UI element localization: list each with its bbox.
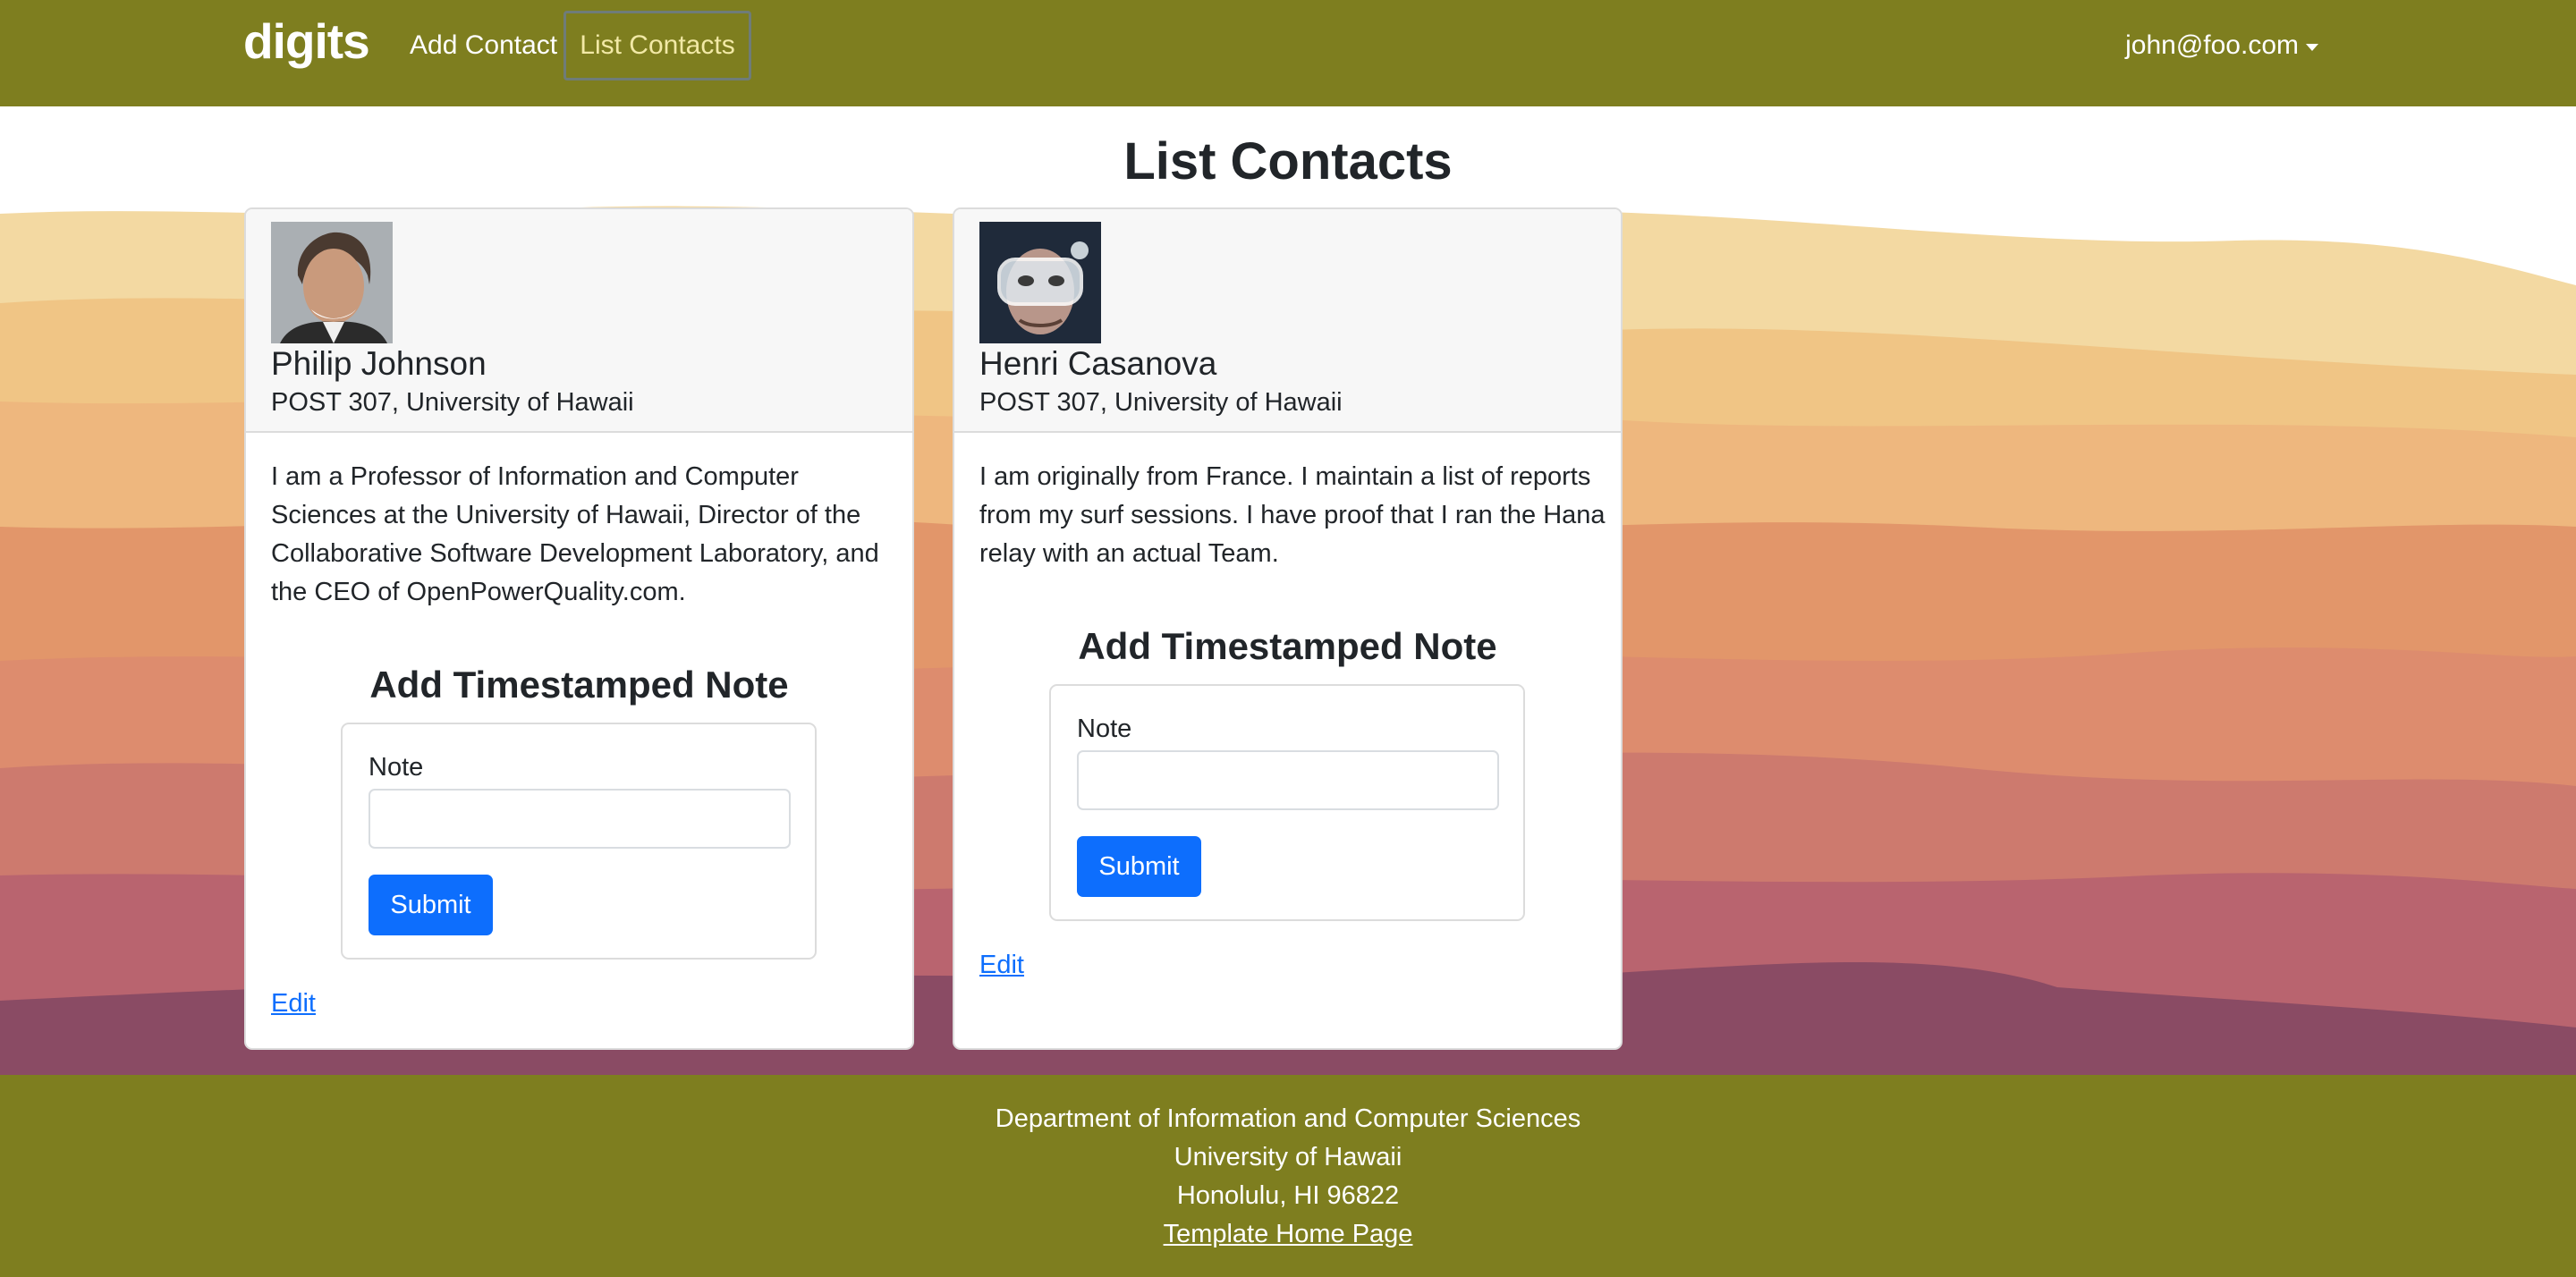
note-form-title: Add Timestamped Note (1078, 625, 1497, 667)
template-home-link[interactable]: Template Home Page (1164, 1220, 1413, 1248)
card-header: Henri Casanova POST 307, University of H… (954, 209, 1621, 433)
note-label: Note (369, 753, 424, 782)
contact-address: POST 307, University of Hawaii (979, 388, 1343, 417)
contact-name: Philip Johnson (271, 345, 487, 382)
contact-address: POST 307, University of Hawaii (271, 388, 634, 417)
avatar (979, 222, 1101, 343)
note-form-title: Add Timestamped Note (369, 664, 789, 706)
contact-card: Henri Casanova POST 307, University of H… (953, 207, 1623, 1050)
note-form: Note Submit (341, 723, 817, 960)
footer-address: Honolulu, HI 96822 (1176, 1181, 1400, 1210)
footer-university: University of Hawaii (1174, 1143, 1402, 1171)
page-title: List Contacts (1123, 132, 1453, 190)
contact-name: Henri Casanova (979, 345, 1217, 382)
footer-link-row: Template Home Page (0, 1220, 2576, 1249)
card-header: Philip Johnson POST 307, University of H… (246, 209, 912, 433)
nav-add-contact[interactable]: Add Contact (410, 30, 557, 61)
user-email: john@foo.com (2125, 30, 2299, 60)
note-label: Note (1077, 715, 1132, 743)
note-form: Note Submit (1049, 684, 1525, 921)
contact-description: I am originally from France. I maintain … (979, 462, 1606, 568)
note-input[interactable] (369, 789, 791, 849)
submit-button[interactable]: Submit (1077, 836, 1201, 897)
navbar: digits Add Contact List Contacts john@fo… (0, 0, 2576, 106)
contact-card: Philip Johnson POST 307, University of H… (244, 207, 914, 1050)
brand-logo[interactable]: digits (243, 13, 370, 70)
nav-list-contacts[interactable]: List Contacts (564, 11, 751, 80)
note-input[interactable] (1077, 750, 1499, 810)
caret-down-icon (2306, 44, 2318, 51)
footer-department: Department of Information and Computer S… (995, 1104, 1581, 1133)
user-dropdown[interactable]: john@foo.com (2125, 30, 2318, 61)
submit-button[interactable]: Submit (369, 875, 493, 935)
edit-link[interactable]: Edit (979, 951, 1024, 980)
footer: Department of Information and Computer S… (0, 1075, 2576, 1277)
contact-description: I am a Professor of Information and Comp… (271, 462, 879, 606)
edit-link[interactable]: Edit (271, 989, 316, 1019)
avatar (271, 222, 393, 343)
